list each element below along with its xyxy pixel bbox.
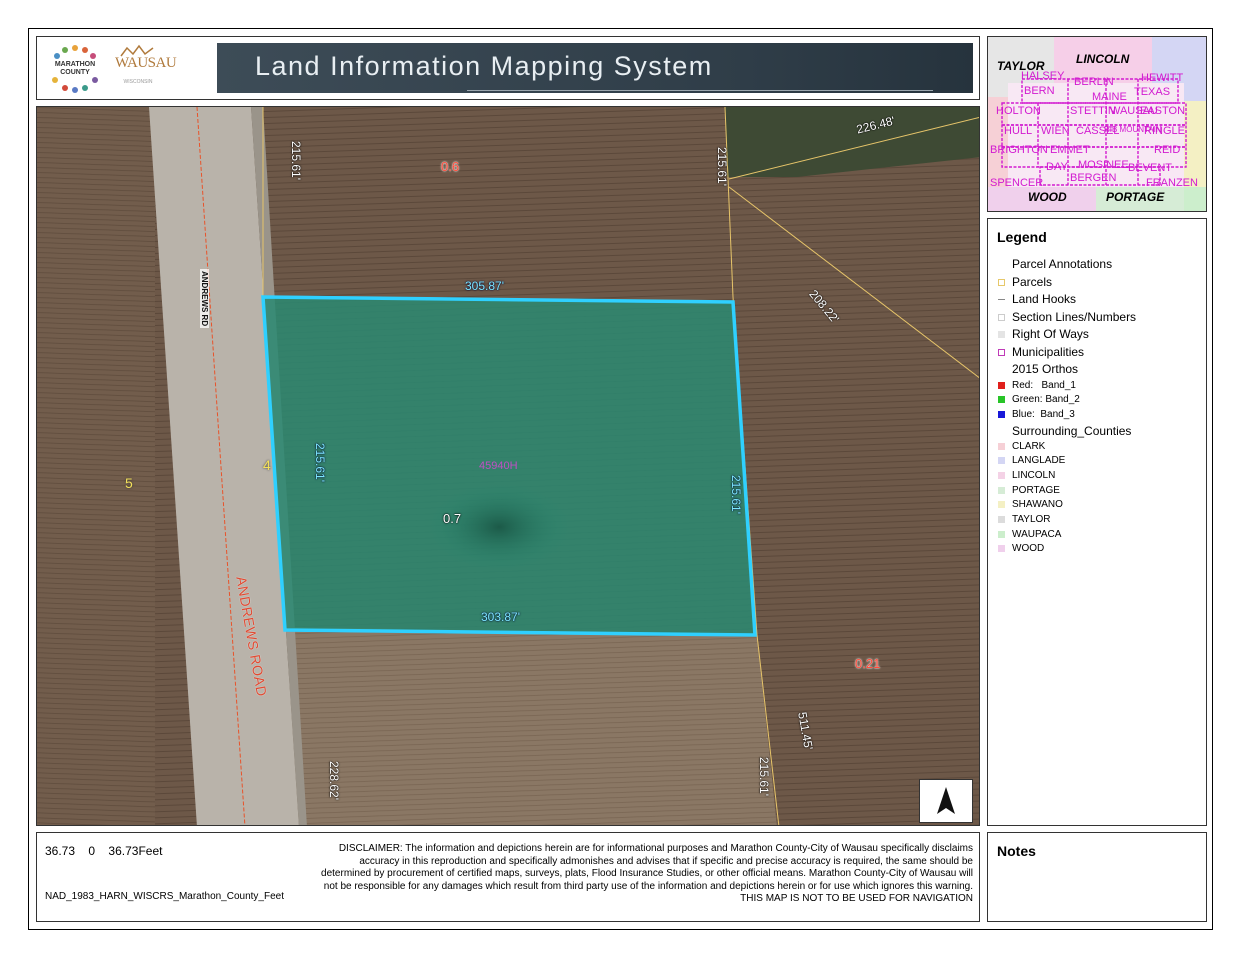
- road-label-andrews-rd: ANDREWS RD: [200, 269, 209, 329]
- disclaimer-text: DISCLAIMER: The information and depictio…: [321, 843, 973, 892]
- muni-mosinee: MOSINEE: [1078, 159, 1129, 171]
- legend-panel: Legend Parcel Annotations Parcels Land H…: [987, 218, 1207, 826]
- dim-east-depth: 215.61': [729, 475, 743, 514]
- parcel-number: 45940H: [479, 460, 518, 472]
- muni-bern: BERN: [1024, 85, 1055, 97]
- dim-north-width: 305.87': [465, 279, 504, 293]
- legend-parcels: Parcels: [998, 275, 1052, 289]
- notes-panel[interactable]: Notes: [987, 832, 1207, 922]
- muni-stettin: STETTIN: [1070, 105, 1116, 117]
- legend-county-waupaca: WAUPACA: [998, 529, 1061, 540]
- muni-maine: MAINE: [1092, 91, 1127, 103]
- legend-county-shawano: SHAWANO: [998, 499, 1063, 510]
- muni-holton: HOLTON: [996, 105, 1041, 117]
- muni-ringle: RINGLE: [1144, 125, 1185, 137]
- acreage-east: 0.21: [855, 656, 881, 671]
- app-title: Land Information Mapping System: [255, 51, 713, 81]
- scale-bar: 36.73 0 36.73Feet: [45, 844, 172, 858]
- dim-ne-depth: 215.61': [715, 147, 729, 186]
- header: MARATHON COUNTY WAUSAU WISCONSIN Land In…: [36, 36, 980, 100]
- muni-spencer: SPENCER: [990, 177, 1044, 189]
- legend-municipalities: Municipalities: [998, 345, 1084, 359]
- muni-hewitt: HEWITT: [1141, 72, 1184, 84]
- dim-west-depth: 215.61': [313, 443, 327, 482]
- projection-label: NAD_1983_HARN_WISCRS_Marathon_County_Fee…: [45, 891, 285, 902]
- muni-wien: WIEN: [1041, 125, 1070, 137]
- legend-band-blue: Blue: Band_3: [998, 409, 1075, 420]
- city-logo-text: WAUSAU: [115, 55, 177, 71]
- overview-wood: WOOD: [1028, 190, 1067, 204]
- dim-south-width: 303.87': [481, 610, 520, 624]
- legend-county-portage: PORTAGE: [998, 485, 1060, 496]
- muni-reid: REID: [1154, 144, 1181, 156]
- section-number-road: 4: [263, 457, 271, 473]
- scale-left: 36.73: [45, 844, 76, 858]
- acreage-subject: 0.7: [443, 511, 462, 526]
- banner-rule: [467, 90, 933, 91]
- title-banner: Land Information Mapping System: [217, 43, 973, 93]
- dim-sw-depth: 228.62': [327, 761, 341, 800]
- overview-map[interactable]: TAYLOR LINCOLN WOOD PORTAGE HALSEY BERLI…: [987, 36, 1207, 212]
- muni-franzen: FRANZEN: [1146, 177, 1198, 189]
- muni-berlin: BERLIN: [1074, 76, 1114, 88]
- navigation-warning: THIS MAP IS NOT TO BE USED FOR NAVIGATIO…: [740, 893, 973, 904]
- legend-parcel-annotations: Parcel Annotations: [1012, 257, 1113, 271]
- map-view[interactable]: ANDREWS RD ANDREWS ROAD 305.87' 303.87' …: [36, 106, 980, 826]
- muni-bevent: BEVENT: [1128, 162, 1173, 174]
- field-west: [37, 107, 155, 825]
- acreage-north: 0.6: [441, 159, 460, 174]
- legend-county-clark: CLARK: [998, 441, 1045, 452]
- muni-hull: HULL: [1004, 125, 1033, 137]
- scale-zero: 0: [88, 844, 96, 858]
- footer-panel: 36.73 0 36.73Feet NAD_1983_HARN_WISCRS_M…: [36, 832, 980, 922]
- section-number-west: 5: [125, 475, 133, 491]
- legend-county-langlade: LANGLADE: [998, 455, 1065, 466]
- muni-halsey: HALSEY: [1021, 70, 1065, 82]
- legend-land-hooks: Land Hooks: [998, 292, 1076, 306]
- muni-texas: TEXAS: [1134, 86, 1171, 98]
- muni-bergen: BERGEN: [1070, 172, 1117, 184]
- legend-county-wood: WOOD: [998, 543, 1044, 554]
- scale-unit: Feet: [138, 844, 163, 858]
- city-logo-subtext: WISCONSIN: [123, 79, 153, 85]
- overview-lincoln: LINCOLN: [1076, 52, 1130, 66]
- muni-emmet: EMMET: [1050, 144, 1090, 156]
- north-arrow: [919, 779, 973, 823]
- legend-2015-orthos: 2015 Orthos: [1012, 362, 1079, 376]
- dim-se-depth: 215.61': [757, 757, 771, 796]
- legend-band-red: Red: Band_1: [998, 380, 1076, 391]
- dim-nw-depth: 215.61': [289, 141, 303, 180]
- notes-title: Notes: [997, 843, 1036, 859]
- north-arrow-icon: [937, 787, 955, 814]
- scale-right: 36.73: [108, 844, 139, 858]
- legend-band-green: Green: Band_2: [998, 394, 1080, 405]
- field-south: [287, 627, 777, 825]
- parcel-wet-area: [427, 483, 571, 571]
- overview-portage: PORTAGE: [1106, 190, 1165, 204]
- legend-right-of-ways: Right Of Ways: [998, 327, 1089, 341]
- disclaimer: DISCLAIMER: The information and depictio…: [317, 843, 973, 906]
- muni-easton: EASTON: [1140, 105, 1186, 117]
- legend-title: Legend: [997, 229, 1047, 245]
- legend-surrounding-counties: Surrounding_Counties: [1012, 424, 1132, 438]
- legend-section-lines: Section Lines/Numbers: [998, 310, 1136, 324]
- muni-day: DAY: [1046, 161, 1068, 173]
- legend-county-taylor: TAYLOR: [998, 514, 1051, 525]
- county-logo-text: MARATHON COUNTY: [54, 61, 96, 76]
- muni-brighton: BRIGHTON: [990, 144, 1048, 156]
- legend-county-lincoln: LINCOLN: [998, 470, 1055, 481]
